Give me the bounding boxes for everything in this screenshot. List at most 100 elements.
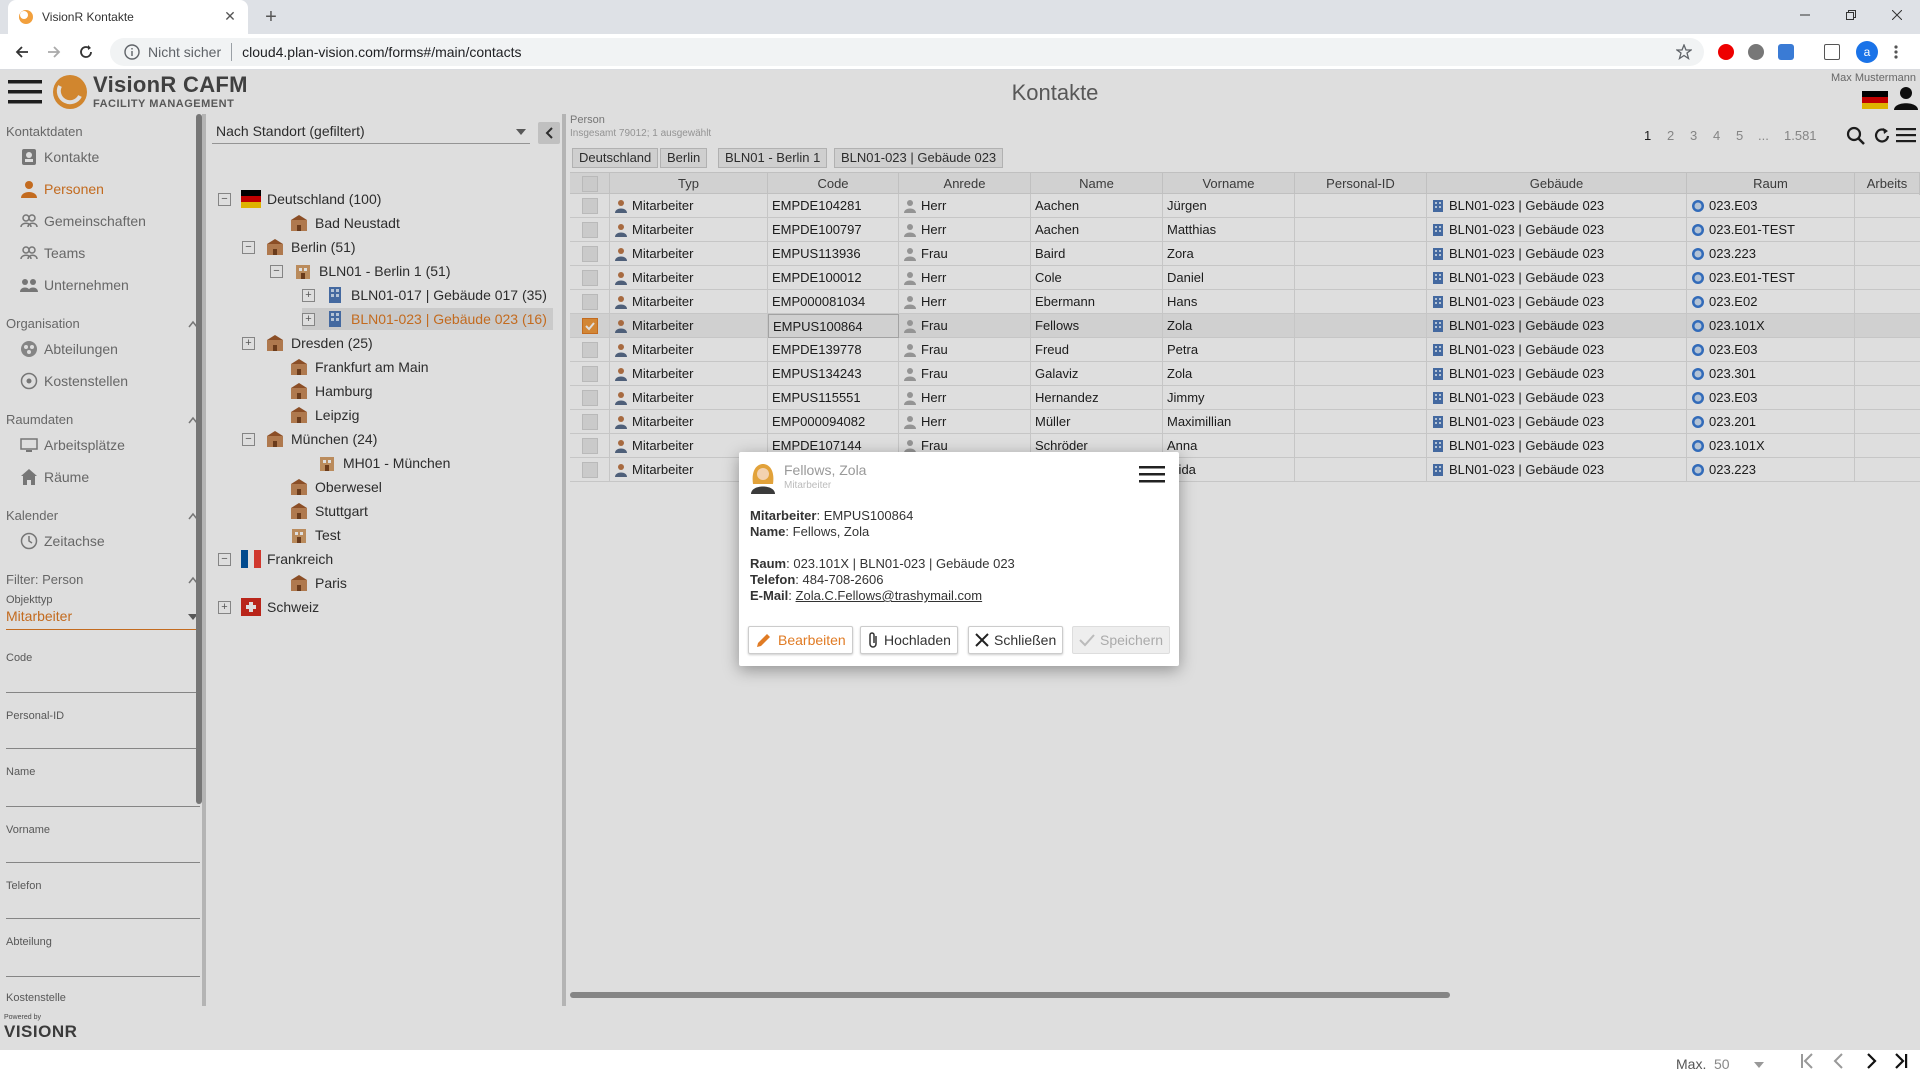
table-cell[interactable]: EMPDE139778	[768, 338, 899, 362]
bookmark-star-icon[interactable]	[1676, 44, 1692, 60]
table-cell[interactable]	[1295, 410, 1427, 434]
table-cell[interactable]: EMPUS115551	[768, 386, 899, 410]
row-select-cell[interactable]	[570, 338, 610, 362]
table-cell[interactable]	[1855, 362, 1920, 386]
table-cell[interactable]: Hernandez	[1031, 386, 1163, 410]
table-cell[interactable]: 023.E01-TEST	[1687, 266, 1855, 290]
tree-mode-select[interactable]: Nach Standort (gefiltert)	[212, 120, 530, 144]
table-cell[interactable]: EMPUS100864	[768, 314, 899, 338]
table-cell[interactable]: Mitarbeiter	[610, 218, 768, 242]
row-checkbox[interactable]	[582, 438, 598, 454]
table-cell[interactable]	[1295, 242, 1427, 266]
table-cell[interactable]: Mitarbeiter	[610, 266, 768, 290]
tree-expander-icon[interactable]: −	[270, 264, 283, 278]
nav-item-personen[interactable]: Personen	[20, 180, 104, 198]
profile-avatar[interactable]: a	[1856, 41, 1878, 63]
table-cell[interactable]: 023.101X	[1687, 314, 1855, 338]
tree-node[interactable]: Oberwesel	[266, 476, 382, 498]
table-cell[interactable]: Matthias	[1163, 218, 1295, 242]
table-cell[interactable]: Zora	[1163, 242, 1295, 266]
table-cell[interactable]: EMPDE100797	[768, 218, 899, 242]
table-cell[interactable]: Zola	[1163, 362, 1295, 386]
extension-gray-icon[interactable]	[1748, 44, 1764, 60]
row-checkbox[interactable]	[582, 246, 598, 262]
tree-node[interactable]: − BLN01 - Berlin 1 (51)	[270, 260, 451, 282]
row-checkbox[interactable]	[582, 462, 598, 478]
tree-expander-icon[interactable]: −	[242, 432, 255, 446]
tree-node[interactable]: Frankfurt am Main	[266, 356, 429, 378]
table-cell[interactable]: EMPDE104281	[768, 194, 899, 218]
table-cell[interactable]	[1295, 338, 1427, 362]
table-cell[interactable]: Herr	[899, 218, 1031, 242]
table-cell[interactable]: Ebermann	[1031, 290, 1163, 314]
table-cell[interactable]: Maximillian	[1163, 410, 1295, 434]
row-select-cell[interactable]	[570, 266, 610, 290]
tree-expander-icon[interactable]: −	[218, 192, 231, 206]
nav-section-raumdaten[interactable]: Raumdaten	[6, 412, 73, 427]
table-cell[interactable]: BLN01-023 | Gebäude 023	[1427, 434, 1687, 458]
column-header[interactable]: Anrede	[899, 173, 1031, 195]
column-header[interactable]: Typ	[610, 173, 768, 195]
translate-extension-icon[interactable]	[1778, 44, 1794, 60]
page-size-select[interactable]: 50	[1714, 1056, 1764, 1072]
table-row[interactable]: Mitarbeiter EMPDE100797 Herr Aachen Matthias…	[570, 218, 1920, 242]
tree-expander-icon[interactable]: −	[218, 552, 231, 566]
table-cell[interactable]	[1855, 434, 1920, 458]
table-row[interactable]: Mitarbeiter EMP000094082 Herr Müller Maximil…	[570, 410, 1920, 434]
row-checkbox[interactable]	[582, 366, 598, 382]
table-cell[interactable]: Aachen	[1031, 194, 1163, 218]
tree-expander-icon[interactable]: +	[302, 312, 315, 326]
table-cell[interactable]: Mitarbeiter	[610, 338, 768, 362]
filter-vorname-input[interactable]	[6, 862, 200, 863]
table-cell[interactable]	[1295, 266, 1427, 290]
table-cell[interactable]	[1855, 266, 1920, 290]
table-cell[interactable]: BLN01-023 | Gebäude 023	[1427, 218, 1687, 242]
table-cell[interactable]	[1295, 314, 1427, 338]
table-cell[interactable]: Daniel	[1163, 266, 1295, 290]
table-cell[interactable]: Mitarbeiter	[610, 242, 768, 266]
table-cell[interactable]: Jürgen	[1163, 194, 1295, 218]
select-all-checkbox[interactable]	[582, 176, 598, 192]
tree-node[interactable]: + Schweiz	[218, 596, 319, 618]
tree-expander-icon[interactable]: −	[242, 240, 255, 254]
table-cell[interactable]: Cole	[1031, 266, 1163, 290]
table-cell[interactable]	[1855, 290, 1920, 314]
page-link[interactable]: 4	[1713, 128, 1720, 143]
tree-expander-icon[interactable]: +	[242, 336, 255, 350]
table-cell[interactable]: EMP000081034	[768, 290, 899, 314]
page-link[interactable]: 5	[1736, 128, 1743, 143]
table-cell[interactable]	[1295, 434, 1427, 458]
table-cell[interactable]: Frau	[899, 314, 1031, 338]
breadcrumb-item[interactable]: BLN01-023 | Gebäude 023	[834, 148, 1004, 168]
row-select-cell[interactable]	[570, 386, 610, 410]
table-cell[interactable]: Herr	[899, 194, 1031, 218]
tree-node[interactable]: + BLN01-017 | Gebäude 017 (35)	[302, 284, 547, 306]
prev-page-icon[interactable]	[1830, 1052, 1848, 1070]
horizontal-scrollbar[interactable]	[570, 992, 1450, 998]
refresh-icon[interactable]	[1872, 126, 1892, 146]
table-cell[interactable]: Aachen	[1031, 218, 1163, 242]
column-header[interactable]: Code	[768, 173, 899, 195]
edit-button[interactable]: Bearbeiten	[748, 626, 853, 654]
table-cell[interactable]: BLN01-023 | Gebäude 023	[1427, 314, 1687, 338]
table-cell[interactable]: 023.E01-TEST	[1687, 218, 1855, 242]
row-checkbox[interactable]	[582, 222, 598, 238]
new-tab-button[interactable]: +	[258, 4, 284, 30]
tree-node[interactable]: + Dresden (25)	[242, 332, 373, 354]
cast-icon[interactable]	[1824, 44, 1840, 60]
table-cell[interactable]	[1295, 458, 1427, 482]
close-window-button[interactable]	[1874, 0, 1920, 30]
table-cell[interactable]: BLN01-023 | Gebäude 023	[1427, 386, 1687, 410]
nav-item-raeume[interactable]: Räume	[20, 468, 89, 486]
tree-node[interactable]: + BLN01-023 | Gebäude 023 (16)	[302, 308, 553, 330]
objekttyp-select[interactable]: Mitarbeiter	[6, 608, 200, 630]
tree-node[interactable]: − München (24)	[242, 428, 377, 450]
table-cell[interactable]: Herr	[899, 386, 1031, 410]
url-text[interactable]: cloud4.plan-vision.com/forms#/main/conta…	[242, 44, 521, 60]
table-cell[interactable]	[1855, 338, 1920, 362]
close-tab-icon[interactable]: ✕	[222, 8, 238, 24]
row-checkbox[interactable]	[582, 270, 598, 286]
nav-item-unternehmen[interactable]: Unternehmen	[20, 276, 129, 294]
table-cell[interactable]: EMPUS134243	[768, 362, 899, 386]
table-cell[interactable]	[1855, 314, 1920, 338]
